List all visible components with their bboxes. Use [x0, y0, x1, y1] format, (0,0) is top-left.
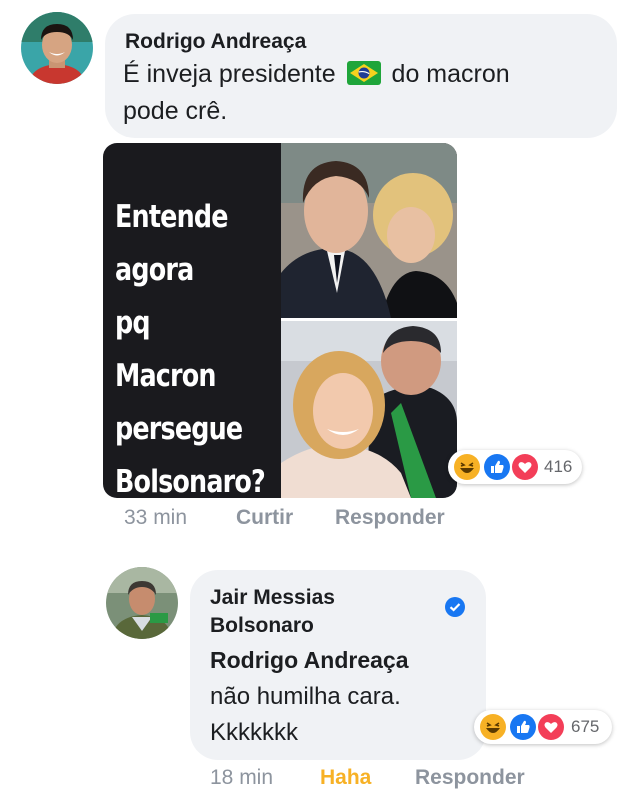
avatar-rodrigo[interactable]: [21, 12, 93, 84]
comment-text-jair: não humilha cara. Kkkkkkk: [210, 679, 401, 751]
like-icon: [484, 454, 510, 480]
comment-bubble-rodrigo: Rodrigo Andreaça É inveja presidente do …: [105, 14, 617, 138]
comment-text-jair-line2: Kkkkkkk: [210, 719, 299, 746]
attached-meme-image[interactable]: Entende agora pq Macron persegue Bolsona…: [103, 143, 457, 498]
love-icon: [538, 714, 564, 740]
comment-text-jair-line1: não humilha cara.: [210, 683, 401, 710]
avatar-jair[interactable]: [106, 567, 178, 639]
comment-text-part1: É inveja presidente: [123, 60, 336, 88]
haha-icon: [480, 714, 506, 740]
love-icon: [512, 454, 538, 480]
meme-caption: Entende agora pq Macron persegue Bolsona…: [115, 199, 266, 498]
reaction-count-jair: 675: [571, 717, 600, 736]
comment-text-part2: do macron: [391, 60, 510, 88]
comment-author-rodrigo[interactable]: Rodrigo Andreaça: [125, 30, 306, 54]
comment-bubble-jair: Jair Messias Bolsonaro Rodrigo Andreaça …: [190, 570, 486, 760]
comment-text-rodrigo: É inveja presidente do macron pode crê.: [123, 57, 603, 128]
brazil-flag-icon: [346, 60, 381, 94]
comment-time-jair[interactable]: 18 min: [210, 766, 273, 790]
like-button-rodrigo[interactable]: Curtir: [236, 506, 293, 530]
comment-author-jair-line1[interactable]: Jair Messias: [210, 586, 335, 610]
reply-button-jair[interactable]: Responder: [415, 766, 525, 790]
haha-reaction-button[interactable]: Haha: [320, 766, 371, 790]
comment-text-line2: pode crê.: [123, 97, 228, 125]
reply-button-rodrigo[interactable]: Responder: [335, 506, 445, 530]
reactions-summary-rodrigo[interactable]: 416: [448, 450, 582, 484]
like-icon: [510, 714, 536, 740]
meme-photo-collage: [281, 143, 457, 498]
comment-mention[interactable]: Rodrigo Andreaça: [210, 647, 409, 674]
reactions-summary-jair[interactable]: 675: [474, 710, 612, 744]
reaction-count-rodrigo: 416: [544, 457, 573, 476]
verified-badge-icon: [445, 597, 465, 617]
comment-actions-jair: 18 min Haha Responder: [0, 766, 640, 794]
comment-time-rodrigo[interactable]: 33 min: [124, 506, 187, 530]
comment-author-jair-line2[interactable]: Bolsonaro: [210, 614, 314, 638]
comment-actions-rodrigo: 33 min Curtir Responder: [0, 506, 640, 534]
haha-icon: [454, 454, 480, 480]
